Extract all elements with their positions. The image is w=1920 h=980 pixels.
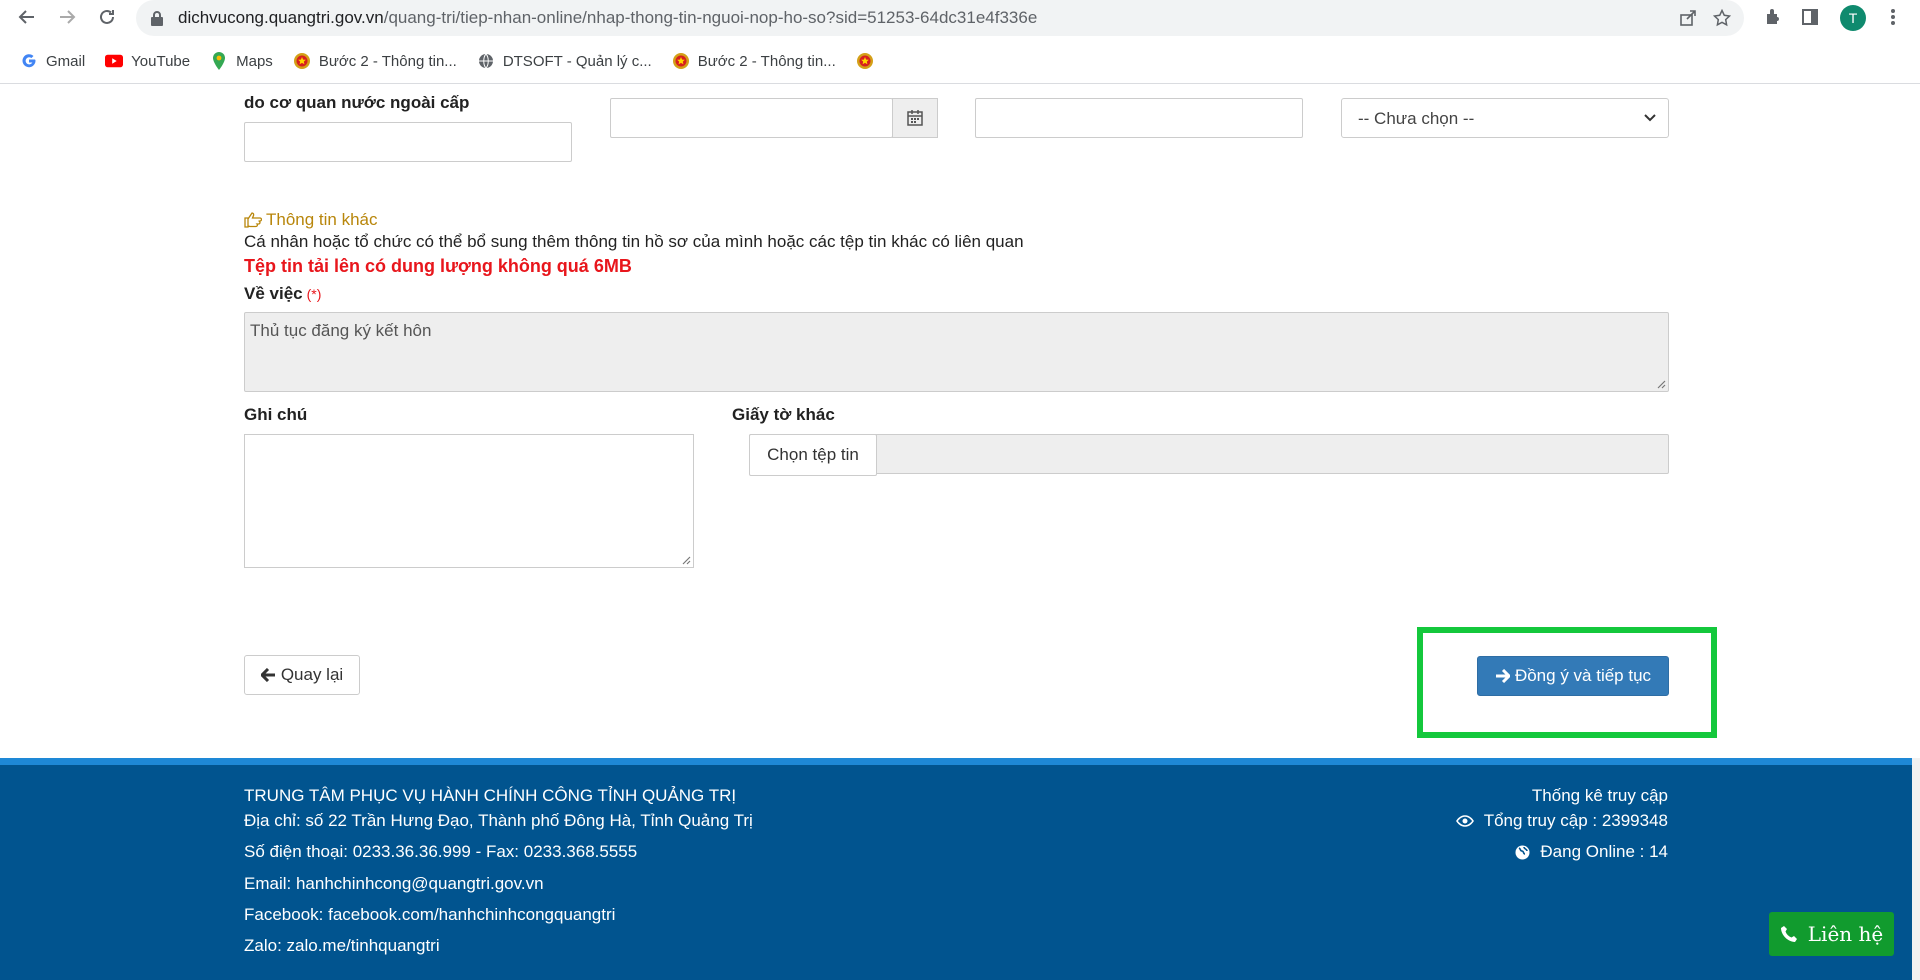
forward-arrow-icon[interactable] (54, 4, 80, 30)
resize-handle-icon[interactable] (681, 555, 691, 565)
issue-date-input[interactable] (610, 98, 893, 138)
side-panel-icon[interactable] (1797, 4, 1823, 30)
emblem-icon (856, 52, 874, 70)
bookmarks-bar: Gmail YouTube Maps Bước 2 - Thông tin...… (0, 48, 882, 74)
share-icon[interactable] (1676, 6, 1700, 30)
emblem-icon (672, 52, 690, 70)
nationality-select[interactable]: -- Chưa chọn -- (1341, 98, 1669, 138)
bookmark-gmail[interactable]: Gmail (20, 52, 85, 70)
note-textarea[interactable] (244, 434, 694, 568)
hand-pointer-icon (244, 212, 262, 228)
globe-icon (1515, 845, 1530, 860)
menu-dots-icon[interactable] (1880, 4, 1906, 30)
other-docs-label: Giấy tờ khác (732, 405, 835, 424)
stats-title: Thống kê truy cập (1531, 786, 1668, 805)
footer-address: Địa chỉ: số 22 Trần Hưng Đạo, Thành phố … (244, 811, 753, 830)
gmail-icon (20, 52, 38, 70)
section-title-other-info: Thông tin khác (244, 210, 378, 230)
file-size-warning: Tệp tin tải lên có dung lượng không quá … (244, 256, 632, 276)
maps-icon (210, 52, 228, 70)
youtube-icon (105, 52, 124, 70)
profile-avatar[interactable]: T (1840, 5, 1866, 31)
extensions-icon[interactable] (1760, 4, 1786, 30)
calendar-icon[interactable] (892, 98, 938, 138)
stats-total: Tổng truy cập : 2399348 (1455, 811, 1668, 831)
note-label: Ghi chú (244, 405, 308, 424)
arrow-left-icon (260, 668, 275, 682)
back-arrow-icon[interactable] (14, 4, 40, 30)
emblem-icon (293, 52, 311, 70)
star-icon[interactable] (1710, 6, 1734, 30)
site-footer: TRUNG TÂM PHỤC VỤ HÀNH CHÍNH CÔNG TỈNH Q… (0, 758, 1912, 980)
contact-button[interactable]: Liên hệ (1769, 912, 1894, 956)
address-bar[interactable]: dichvucong.quangtri.gov.vn/quang-tri/tie… (136, 0, 1744, 36)
phone-icon (1780, 925, 1798, 943)
eye-icon (1455, 815, 1474, 827)
bookmark-maps[interactable]: Maps (210, 52, 273, 70)
footer-facebook: Facebook: facebook.com/hanhchinhcongquan… (244, 905, 616, 924)
resize-handle-icon[interactable] (1656, 379, 1666, 389)
bookmark-buoc2-b[interactable]: Bước 2 - Thông tin... (672, 52, 836, 70)
foreign-doc-label: do cơ quan nước ngoài cấp (244, 93, 470, 112)
reload-icon[interactable] (94, 4, 120, 30)
bookmark-dtsoft[interactable]: DTSOFT - Quản lý c... (477, 52, 652, 70)
chevron-down-icon (1644, 114, 1656, 122)
foreign-agency-input[interactable] (975, 98, 1303, 138)
bookmark-youtube[interactable]: YouTube (105, 52, 190, 70)
arrow-right-icon (1495, 669, 1510, 683)
bookmark-emblem[interactable] (856, 52, 882, 70)
url-text: dichvucong.quangtri.gov.vn/quang-tri/tie… (178, 8, 1038, 27)
browser-chrome: dichvucong.quangtri.gov.vn/quang-tri/tie… (0, 0, 1920, 84)
subject-textarea: Thủ tục đăng ký kết hôn (244, 312, 1669, 392)
bookmark-buoc2-a[interactable]: Bước 2 - Thông tin... (293, 52, 457, 70)
back-button[interactable]: Quay lại (244, 655, 360, 695)
globe-icon (477, 52, 495, 70)
file-name-field (749, 434, 1669, 474)
stats-online: Đang Online : 14 (1515, 842, 1668, 862)
foreign-doc-input[interactable] (244, 122, 572, 162)
footer-phone: Số điện thoại: 0233.36.36.999 - Fax: 023… (244, 842, 638, 861)
required-mark: (*) (306, 286, 322, 302)
footer-email: Email: hanhchinhcong@quangtri.gov.vn (244, 874, 544, 893)
page-content: do cơ quan nước ngoài cấp -- Chưa chọn -… (0, 84, 1920, 758)
footer-zalo: Zalo: zalo.me/tinhquangtri (244, 936, 440, 955)
footer-org: TRUNG TÂM PHỤC VỤ HÀNH CHÍNH CÔNG TỈNH Q… (244, 786, 737, 805)
agree-continue-button[interactable]: Đồng ý và tiếp tục (1477, 656, 1669, 696)
page-scrollbar[interactable] (1912, 758, 1920, 980)
subject-label: Về việc (*) (244, 284, 322, 303)
choose-file-button[interactable]: Chọn tệp tin (749, 434, 877, 476)
lock-icon (151, 11, 163, 26)
section-description: Cá nhân hoặc tổ chức có thể bổ sung thêm… (244, 232, 1024, 251)
